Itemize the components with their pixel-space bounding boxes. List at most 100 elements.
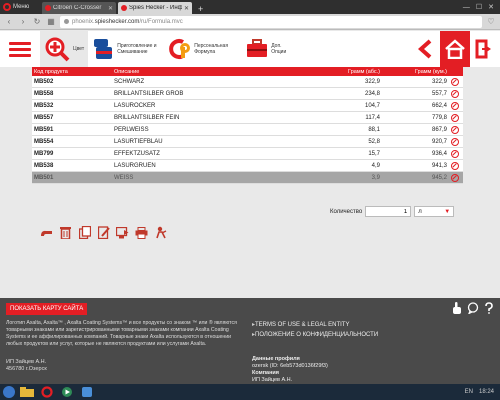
delete-row-icon[interactable] bbox=[451, 113, 459, 122]
back-button[interactable] bbox=[410, 31, 440, 67]
hamburger-menu-icon[interactable] bbox=[0, 31, 40, 67]
export-icon[interactable] bbox=[116, 226, 129, 239]
site-info-icon[interactable] bbox=[64, 19, 69, 24]
cell-grams-cum: 945,2 bbox=[431, 174, 447, 181]
mixing-cans-icon bbox=[94, 39, 113, 59]
close-tab-icon[interactable]: ✕ bbox=[184, 5, 189, 12]
url-field[interactable]: phoenix.spieshecker.com/ru/Formula.mvc bbox=[60, 15, 482, 28]
unit-select[interactable]: л ▼ bbox=[414, 206, 455, 217]
table-row[interactable]: MB538 LASURGRUEN 4,9 941,3 bbox=[32, 160, 463, 172]
logout-button[interactable] bbox=[470, 31, 500, 67]
delete-row-icon[interactable] bbox=[451, 125, 459, 134]
column-header-grams-cum: Грамм (кум.) bbox=[414, 68, 447, 75]
column-header-grams-abs: Грамм (абс.) bbox=[348, 68, 380, 75]
url-prefix: phoenix. bbox=[72, 18, 95, 25]
bookmark-heart-icon[interactable]: ♡ bbox=[486, 17, 496, 26]
table-row[interactable]: MB799 EFFEKTZUSATZ 15,7 936,4 bbox=[32, 148, 463, 160]
mixing-button-label: Приготовление и Смешивание bbox=[117, 43, 157, 55]
close-window-icon[interactable]: ✕ bbox=[488, 3, 494, 11]
delete-row-icon[interactable] bbox=[451, 149, 459, 158]
media-taskbar-icon[interactable] bbox=[59, 386, 75, 398]
delete-row-icon[interactable] bbox=[451, 137, 459, 146]
start-button-icon[interactable] bbox=[3, 386, 15, 398]
copy-icon[interactable] bbox=[78, 226, 91, 239]
help-icon[interactable] bbox=[484, 302, 494, 314]
table-row[interactable]: MB502 SCHWARZ 322,9 322,9 bbox=[32, 76, 463, 88]
close-tab-icon[interactable]: ✕ bbox=[108, 5, 113, 12]
maximize-icon[interactable]: ☐ bbox=[476, 3, 482, 11]
browser-tab-citroen[interactable]: Citroen C-Crosser ✕ bbox=[42, 2, 116, 14]
url-domain: spieshecker.com bbox=[94, 18, 140, 25]
cell-grams-abs: 104,7 bbox=[364, 102, 380, 109]
table-row[interactable]: MB591 PERLWEISS 88,1 867,9 bbox=[32, 124, 463, 136]
cell-product-code: MB538 bbox=[34, 162, 54, 169]
url-suffix: /ru/Formula.mvc bbox=[139, 18, 183, 25]
cell-product-code: MB554 bbox=[34, 138, 54, 145]
color-button[interactable]: Цвет bbox=[40, 31, 89, 67]
cell-product-code: MB558 bbox=[34, 90, 54, 97]
settings-icon[interactable] bbox=[154, 226, 167, 239]
profile-info: Данные профиля ozersk (ID: 6eb573d0136f2… bbox=[252, 356, 328, 385]
mixing-button[interactable]: Приготовление и Смешивание bbox=[88, 31, 165, 67]
edit-icon[interactable] bbox=[97, 226, 110, 239]
browser-tab-strip: Меню Citroen C-Crosser ✕ Spies Hecker - … bbox=[0, 0, 500, 14]
column-header-description: Описание bbox=[114, 68, 140, 75]
cell-grams-abs: 117,4 bbox=[365, 114, 380, 121]
color-button-label: Цвет bbox=[73, 46, 85, 52]
show-sitemap-button[interactable]: ПОКАЗАТЬ КАРТУ САЙТА bbox=[6, 303, 88, 315]
app-taskbar-icon[interactable] bbox=[79, 386, 95, 398]
minimize-icon[interactable]: — bbox=[463, 4, 470, 11]
logout-icon bbox=[475, 39, 491, 59]
footer-links: TERMS OF USE & LEGAL ENTITY ПОЛОЖЕНИЕ О … bbox=[252, 320, 378, 340]
home-button[interactable] bbox=[440, 31, 470, 67]
address-bar: ‹ › ↻ ▦ phoenix.spieshecker.com/ru/Formu… bbox=[0, 14, 500, 30]
trash-icon[interactable] bbox=[59, 226, 72, 239]
cell-description: LASURGRUEN bbox=[114, 162, 156, 169]
touch-hand-icon[interactable] bbox=[452, 302, 462, 314]
cell-description: PERLWEISS bbox=[114, 126, 149, 133]
cell-description: WEISS bbox=[114, 174, 134, 181]
cell-description: BRILLANTSILBER FEIN bbox=[114, 114, 180, 121]
cell-description: LASUROCKER bbox=[114, 102, 156, 109]
browser-tab-spieshecker[interactable]: Spies Hecker - Информа... ✕ bbox=[118, 2, 192, 14]
opera-menu-label: Меню bbox=[13, 4, 30, 10]
cell-grams-cum: 322,9 bbox=[431, 78, 447, 85]
language-indicator[interactable]: EN bbox=[465, 389, 473, 395]
opera-menu-button[interactable]: Меню bbox=[0, 0, 42, 14]
cell-product-code: MB502 bbox=[34, 78, 54, 85]
cell-grams-cum: 662,4 bbox=[431, 102, 447, 109]
speed-dial-icon[interactable]: ▦ bbox=[46, 17, 56, 26]
personal-formula-button[interactable]: Персональная Формула bbox=[165, 31, 242, 67]
privacy-policy-link[interactable]: ПОЛОЖЕНИЕ О КОНФИДЕНЦИАЛЬНОСТИ bbox=[252, 330, 378, 340]
scale-icon[interactable] bbox=[40, 226, 53, 239]
table-row[interactable]: MB501 WEISS 3,9 945,2 bbox=[32, 172, 463, 184]
back-icon[interactable]: ‹ bbox=[4, 17, 14, 26]
header-right-actions bbox=[410, 31, 500, 67]
quantity-input[interactable] bbox=[365, 206, 412, 217]
delete-row-icon[interactable] bbox=[451, 173, 459, 182]
table-row[interactable]: MB557 BRILLANTSILBER FEIN 117,4 779,8 bbox=[32, 112, 463, 124]
delete-row-icon[interactable] bbox=[451, 77, 459, 86]
table-row[interactable]: MB532 LASUROCKER 104,7 662,4 bbox=[32, 100, 463, 112]
table-row[interactable]: MB558 BRILLANTSILBER GROB 234,8 557,7 bbox=[32, 88, 463, 100]
explorer-taskbar-icon[interactable] bbox=[19, 386, 35, 398]
delete-row-icon[interactable] bbox=[451, 161, 459, 170]
terms-of-use-link[interactable]: TERMS OF USE & LEGAL ENTITY bbox=[252, 320, 378, 330]
new-tab-icon[interactable]: + bbox=[194, 4, 207, 14]
delete-row-icon[interactable] bbox=[451, 101, 459, 110]
extra-options-button[interactable]: Доп. Опции bbox=[242, 31, 301, 67]
clock[interactable]: 18:24 bbox=[479, 389, 494, 395]
table-row[interactable]: MB554 LASURTIEFBLAU 52,8 920,7 bbox=[32, 136, 463, 148]
toolbox-icon bbox=[247, 39, 268, 57]
opera-taskbar-icon[interactable] bbox=[39, 386, 55, 398]
tab-title: Spies Hecker - Информа... bbox=[129, 5, 182, 11]
cell-product-code: MB501 bbox=[34, 174, 54, 181]
delete-row-icon[interactable] bbox=[451, 89, 459, 98]
dealer-contact: ИП Зайцев А.Н. 456780 г.Озерск bbox=[6, 359, 47, 374]
chevron-down-icon: ▼ bbox=[444, 208, 451, 215]
chat-bubble-icon[interactable] bbox=[467, 302, 479, 314]
tab-favicon-icon bbox=[121, 5, 127, 11]
forward-icon[interactable]: › bbox=[18, 17, 28, 26]
reload-icon[interactable]: ↻ bbox=[32, 17, 42, 26]
print-icon[interactable] bbox=[135, 226, 148, 239]
